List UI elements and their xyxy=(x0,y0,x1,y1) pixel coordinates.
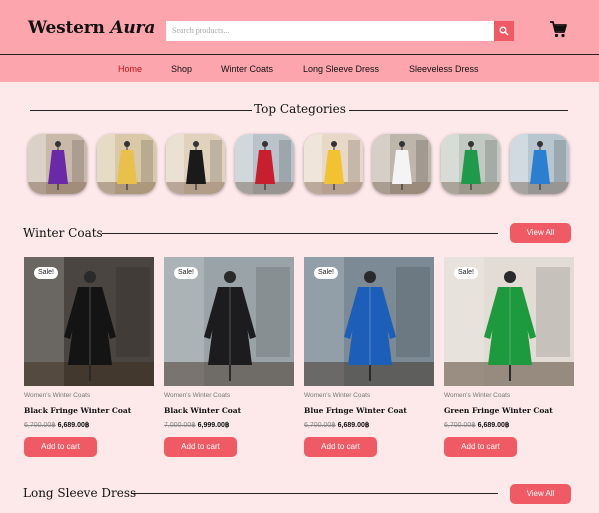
product-price: 6,700.00฿ 6,689.00฿ xyxy=(304,421,369,429)
add-to-cart-button[interactable]: Add to cart xyxy=(164,437,237,457)
search-input[interactable] xyxy=(166,21,494,41)
main-nav: Home Shop Winter Coats Long Sleeve Dress… xyxy=(0,55,599,82)
sale-price: 6,689.00฿ xyxy=(475,422,510,429)
category-image xyxy=(235,134,294,194)
product-price: 6,700.00฿ 6,689.00฿ xyxy=(444,421,509,429)
category-thumbnail[interactable] xyxy=(510,134,569,194)
winter-coats-view-all-button[interactable]: View All xyxy=(510,223,571,243)
product-category[interactable]: Women's Winter Coats xyxy=(24,392,90,399)
sale-price: 6,689.00฿ xyxy=(55,422,90,429)
categories-title: Top Categories xyxy=(254,102,346,116)
category-image xyxy=(28,134,87,194)
long-sleeve-view-all-button[interactable]: View All xyxy=(510,484,571,504)
search-button[interactable] xyxy=(494,21,514,41)
add-to-cart-button[interactable]: Add to cart xyxy=(304,437,377,457)
nav-sleeveless-dress[interactable]: Sleeveless Dress xyxy=(409,64,479,74)
long-sleeve-title: Long Sleeve Dress xyxy=(23,486,137,500)
winter-coats-title-line xyxy=(102,233,498,234)
sale-badge: Sale! xyxy=(454,267,478,279)
category-image xyxy=(97,134,156,194)
categories-title-line-left xyxy=(30,110,252,111)
logo-text-aura: Aura xyxy=(110,18,156,38)
nav-long-sleeve-dress[interactable]: Long Sleeve Dress xyxy=(303,64,379,74)
logo-text-western: Western xyxy=(28,18,111,38)
product-category[interactable]: Women's Winter Coats xyxy=(304,392,370,399)
product-category[interactable]: Women's Winter Coats xyxy=(444,392,510,399)
old-price: 6,700.00฿ xyxy=(24,422,56,429)
nav-home[interactable]: Home xyxy=(118,64,142,74)
old-price: 6,700.00฿ xyxy=(444,422,476,429)
winter-coats-title: Winter Coats xyxy=(23,226,103,240)
sale-badge: Sale! xyxy=(34,267,58,279)
add-to-cart-button[interactable]: Add to cart xyxy=(444,437,517,457)
old-price: 6,700.00฿ xyxy=(304,422,336,429)
product-category[interactable]: Women's Winter Coats xyxy=(164,392,230,399)
product-name[interactable]: Black Fringe Winter Coat xyxy=(24,406,131,415)
sale-badge: Sale! xyxy=(174,267,198,279)
product-price: 6,700.00฿ 6,689.00฿ xyxy=(24,421,89,429)
site-logo[interactable]: Western Aura xyxy=(28,18,155,38)
categories-title-line-right xyxy=(349,110,568,111)
category-thumbnail[interactable] xyxy=(441,134,500,194)
category-thumbnail[interactable] xyxy=(166,134,225,194)
sale-price: 6,999.00฿ xyxy=(195,422,230,429)
product-name[interactable]: Black Winter Coat xyxy=(164,406,241,415)
cart-button[interactable] xyxy=(548,19,568,39)
category-image xyxy=(441,134,500,194)
category-thumbnail[interactable] xyxy=(97,134,156,194)
category-image xyxy=(372,134,431,194)
nav-shop[interactable]: Shop xyxy=(171,64,192,74)
sale-price: 6,689.00฿ xyxy=(335,422,370,429)
long-sleeve-title-line xyxy=(131,493,498,494)
product-name[interactable]: Blue Fringe Winter Coat xyxy=(304,406,407,415)
category-thumbnail[interactable] xyxy=(235,134,294,194)
sale-badge: Sale! xyxy=(314,267,338,279)
category-thumbnail[interactable] xyxy=(28,134,87,194)
category-image xyxy=(166,134,225,194)
nav-winter-coats[interactable]: Winter Coats xyxy=(221,64,273,74)
category-image xyxy=(304,134,363,194)
cart-icon xyxy=(550,21,567,38)
search-icon xyxy=(499,26,509,36)
product-name[interactable]: Green Fringe Winter Coat xyxy=(444,406,553,415)
category-thumbnail[interactable] xyxy=(372,134,431,194)
category-image xyxy=(510,134,569,194)
old-price: 7,000.00฿ xyxy=(164,422,196,429)
category-thumbnail[interactable] xyxy=(304,134,363,194)
site-header: Western Aura xyxy=(0,0,599,54)
add-to-cart-button[interactable]: Add to cart xyxy=(24,437,97,457)
product-price: 7,000.00฿ 6,999.00฿ xyxy=(164,421,229,429)
